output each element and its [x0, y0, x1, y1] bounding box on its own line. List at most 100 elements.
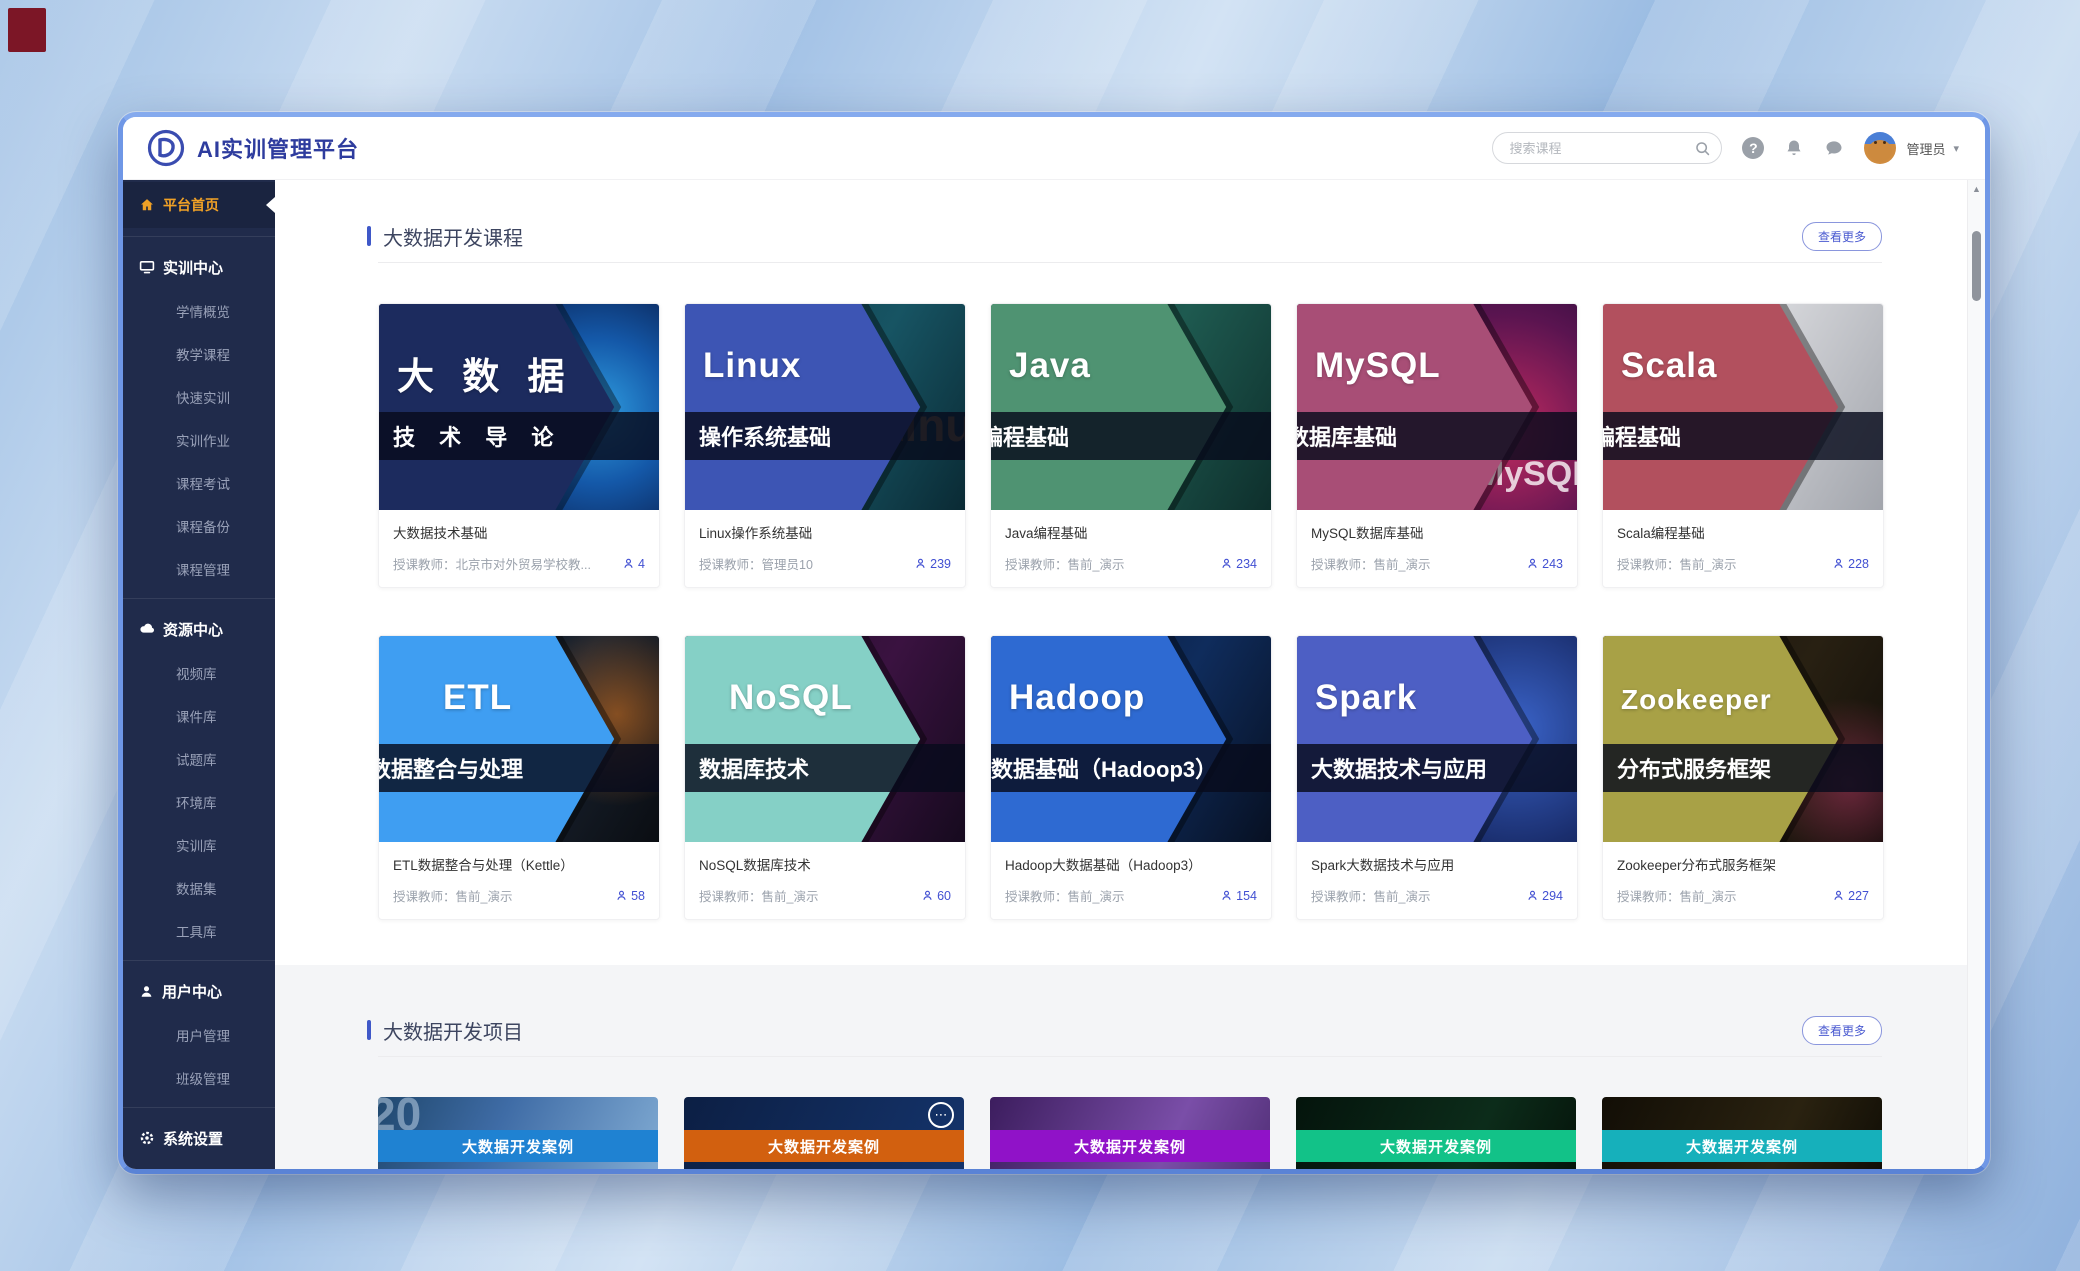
- project-banner: 大数据开发案例: [1296, 1130, 1576, 1162]
- scrollbar[interactable]: ▲: [1967, 180, 1985, 1169]
- course-card[interactable]: Linux Linux 操作系统基础 Linux操作系统基础 授课教师：管理员1…: [684, 303, 966, 588]
- person-icon: [622, 557, 635, 570]
- cover-title: NoSQL: [729, 678, 853, 718]
- sidebar-item-course-exams[interactable]: 课程考试: [123, 461, 275, 504]
- project-banner: 大数据开发案例: [1602, 1130, 1882, 1162]
- person-icon: [1220, 557, 1233, 570]
- view-more-button[interactable]: 查看更多: [1802, 1016, 1882, 1045]
- sidebar-item-home[interactable]: 平台首页: [123, 182, 275, 228]
- sidebar-item-training-library[interactable]: 实训库: [123, 823, 275, 866]
- main-content: 大数据开发课程 查看更多 大 数 据 技 术 导 论 大: [275, 180, 1985, 1169]
- person-icon: [1220, 889, 1233, 902]
- title-bar-accent: [367, 226, 371, 246]
- sidebar-item-dataset[interactable]: 数据集: [123, 866, 275, 909]
- sidebar-group-training-center[interactable]: 实训中心: [123, 245, 275, 289]
- chevron-down-icon[interactable]: ▾: [1953, 142, 1959, 155]
- sidebar-item-course-management[interactable]: 课程管理: [123, 547, 275, 590]
- cover-subtitle-band: 数据库技术: [685, 744, 965, 792]
- cover-title: ETL: [443, 678, 512, 718]
- divider: [378, 1056, 1882, 1057]
- sidebar-item-quick-training[interactable]: 快速实训: [123, 375, 275, 418]
- sidebar-group-resource-center[interactable]: 资源中心: [123, 607, 275, 651]
- sidebar-group-system-settings[interactable]: 系统设置: [123, 1116, 275, 1160]
- avatar[interactable]: [1864, 132, 1896, 164]
- sidebar-item-user-management[interactable]: 用户管理: [123, 1013, 275, 1056]
- sidebar-item-environment-library[interactable]: 环境库: [123, 780, 275, 823]
- sidebar-item-course-backup[interactable]: 课程备份: [123, 504, 275, 547]
- search-input[interactable]: [1507, 140, 1694, 157]
- course-card[interactable]: Hadoop 大数据基础（Hadoop3） Hadoop大数据基础（Hadoop…: [990, 635, 1272, 920]
- sidebar-group-label: 实训中心: [163, 257, 223, 278]
- enroll-count: 294: [1526, 889, 1563, 903]
- sidebar-group-label: 资源中心: [163, 619, 223, 640]
- course-card[interactable]: Java 编程基础 Java编程基础 授课教师：售前_演示 234: [990, 303, 1272, 588]
- cover-title: Zookeeper: [1621, 684, 1772, 716]
- scroll-up-arrow[interactable]: ▲: [1968, 180, 1985, 198]
- bell-icon[interactable]: [1784, 138, 1804, 158]
- course-cover: Java 编程基础: [991, 304, 1271, 510]
- sidebar-item-video-library[interactable]: 视频库: [123, 651, 275, 694]
- course-teacher: 授课教师：售前_演示: [1617, 554, 1736, 573]
- cover-subtitle-band: 数据整合与处理: [379, 744, 659, 792]
- course-card[interactable]: 大 数 据 技 术 导 论 大数据技术基础 授课教师：北京市对外贸易学校教...…: [378, 303, 660, 588]
- sidebar-item-courseware-library[interactable]: 课件库: [123, 694, 275, 737]
- enroll-count: 227: [1832, 889, 1869, 903]
- project-card[interactable]: 大数据开发案例: [1296, 1097, 1576, 1169]
- course-card[interactable]: ETL 数据整合与处理 ETL数据整合与处理（Kettle） 授课教师：售前_演…: [378, 635, 660, 920]
- person-icon: [914, 557, 927, 570]
- section-title: 大数据开发课程: [367, 222, 523, 251]
- course-teacher: 授课教师：售前_演示: [1617, 886, 1736, 905]
- project-grid: 20 大数据开发案例 ⋯ 大数据开发案例 大数据开发案例: [378, 1097, 1882, 1169]
- monitor-icon: [139, 259, 155, 275]
- sidebar-item-question-library[interactable]: 试题库: [123, 737, 275, 780]
- course-card[interactable]: Zookeeper 分布式服务框架 Zookeeper分布式服务框架 授课教师：…: [1602, 635, 1884, 920]
- enroll-count: 60: [921, 889, 951, 903]
- course-teacher: 授课教师：售前_演示: [1005, 886, 1124, 905]
- cover-title: Java: [1009, 346, 1091, 386]
- project-banner: 大数据开发案例: [684, 1130, 964, 1162]
- sidebar-item-learning-overview[interactable]: 学情概览: [123, 289, 275, 332]
- search-icon[interactable]: [1694, 140, 1711, 157]
- search-box: [1492, 132, 1722, 164]
- project-card[interactable]: ⋯ 大数据开发案例: [684, 1097, 964, 1169]
- sidebar-item-class-management[interactable]: 班级管理: [123, 1056, 275, 1099]
- person-icon: [615, 889, 628, 902]
- course-card[interactable]: MySQL MySQL 数据库基础 MySQL数据库基础 授课教师：售前_演示: [1296, 303, 1578, 588]
- cover-subtitle-band: 分布式服务框架: [1603, 744, 1883, 792]
- project-card[interactable]: 20 大数据开发案例: [378, 1097, 658, 1169]
- chat-icon[interactable]: [1824, 138, 1844, 158]
- section-title: 大数据开发项目: [367, 1016, 523, 1045]
- project-card[interactable]: 大数据开发案例: [990, 1097, 1270, 1169]
- person-icon: [921, 889, 934, 902]
- course-teacher: 授课教师：北京市对外贸易学校教...: [393, 554, 591, 573]
- course-teacher: 授课教师：售前_演示: [1005, 554, 1124, 573]
- cover-title: Scala: [1621, 346, 1717, 386]
- course-title: Spark大数据技术与应用: [1311, 854, 1563, 874]
- sidebar-group-user-center[interactable]: 用户中心: [123, 969, 275, 1013]
- enroll-count: 58: [615, 889, 645, 903]
- divider: [123, 960, 275, 961]
- sidebar-item-tool-library[interactable]: 工具库: [123, 909, 275, 952]
- user-icon: [139, 984, 154, 999]
- course-card[interactable]: Scala 编程基础 Scala编程基础 授课教师：售前_演示 228: [1602, 303, 1884, 588]
- course-title: Scala编程基础: [1617, 522, 1869, 542]
- course-card[interactable]: Spark 大数据技术与应用 Spark大数据技术与应用 授课教师：售前_演示 …: [1296, 635, 1578, 920]
- enroll-count: 228: [1832, 557, 1869, 571]
- divider: [123, 598, 275, 599]
- course-cover: Scala 编程基础: [1603, 304, 1883, 510]
- app-logo-icon: [147, 129, 185, 167]
- course-title: MySQL数据库基础: [1311, 522, 1563, 542]
- app-title: AI实训管理平台: [197, 132, 359, 164]
- scrollbar-thumb[interactable]: [1972, 231, 1981, 301]
- course-cover: Hadoop 大数据基础（Hadoop3）: [991, 636, 1271, 842]
- course-card[interactable]: NoSQL 数据库技术 NoSQL数据库技术 授课教师：售前_演示 60: [684, 635, 966, 920]
- course-title: 大数据技术基础: [393, 522, 645, 542]
- sidebar-item-teaching-courses[interactable]: 教学课程: [123, 332, 275, 375]
- help-icon[interactable]: ?: [1742, 137, 1764, 159]
- project-card[interactable]: 大数据开发案例: [1602, 1097, 1882, 1169]
- course-cover: Spark 大数据技术与应用: [1297, 636, 1577, 842]
- view-more-button[interactable]: 查看更多: [1802, 222, 1882, 251]
- sidebar-item-training-homework[interactable]: 实训作业: [123, 418, 275, 461]
- app-window: AI实训管理平台 ? 管理员 ▾: [118, 112, 1990, 1174]
- divider: [123, 1107, 275, 1108]
